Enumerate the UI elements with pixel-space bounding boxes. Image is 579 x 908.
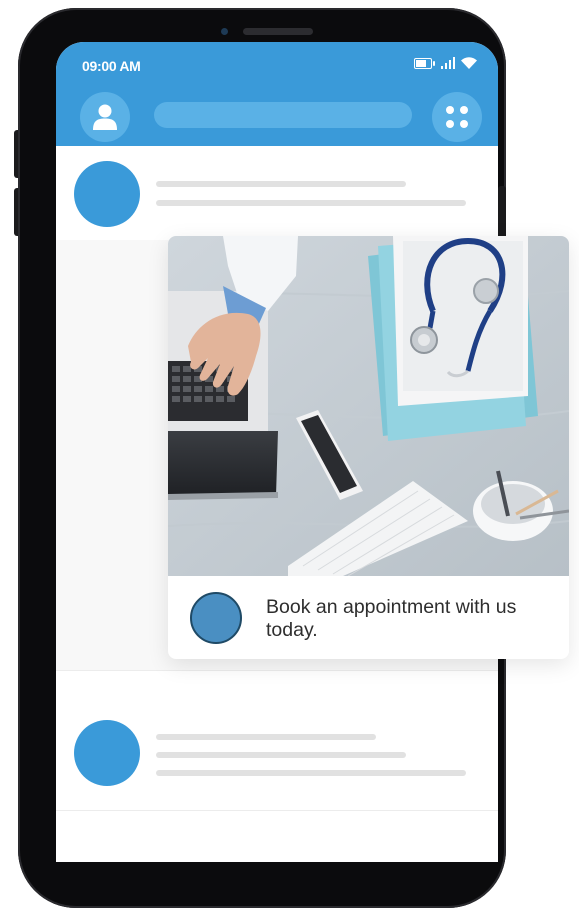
placeholder-line [156, 770, 466, 776]
status-icons [413, 56, 479, 70]
earpiece-speaker [243, 28, 313, 35]
appointment-card[interactable]: Book an appointment with us today. [168, 236, 569, 659]
divider [56, 810, 498, 811]
doctor-desk-photo [168, 236, 569, 576]
divider [56, 670, 498, 671]
menu-grid-button[interactable] [432, 92, 482, 142]
card-avatar-dot [190, 592, 242, 644]
signal-icon [440, 57, 455, 69]
placeholder-line [156, 734, 376, 740]
user-icon [93, 104, 117, 130]
search-bar[interactable] [154, 102, 412, 128]
avatar [74, 720, 140, 786]
grid-icon [446, 106, 454, 114]
status-time: 09:00 AM [82, 58, 141, 74]
placeholder-line [156, 200, 466, 206]
battery-icon [413, 57, 435, 69]
wifi-icon [461, 57, 477, 69]
placeholder-line [156, 752, 406, 758]
app-bar: 09:00 AM [56, 42, 498, 146]
avatar [74, 161, 140, 227]
placeholder-line [156, 181, 406, 187]
card-message: Book an appointment with us today. [266, 596, 517, 641]
list-item[interactable] [56, 670, 498, 820]
front-camera [221, 28, 228, 35]
list-item[interactable] [56, 146, 498, 240]
profile-button[interactable] [80, 92, 130, 142]
